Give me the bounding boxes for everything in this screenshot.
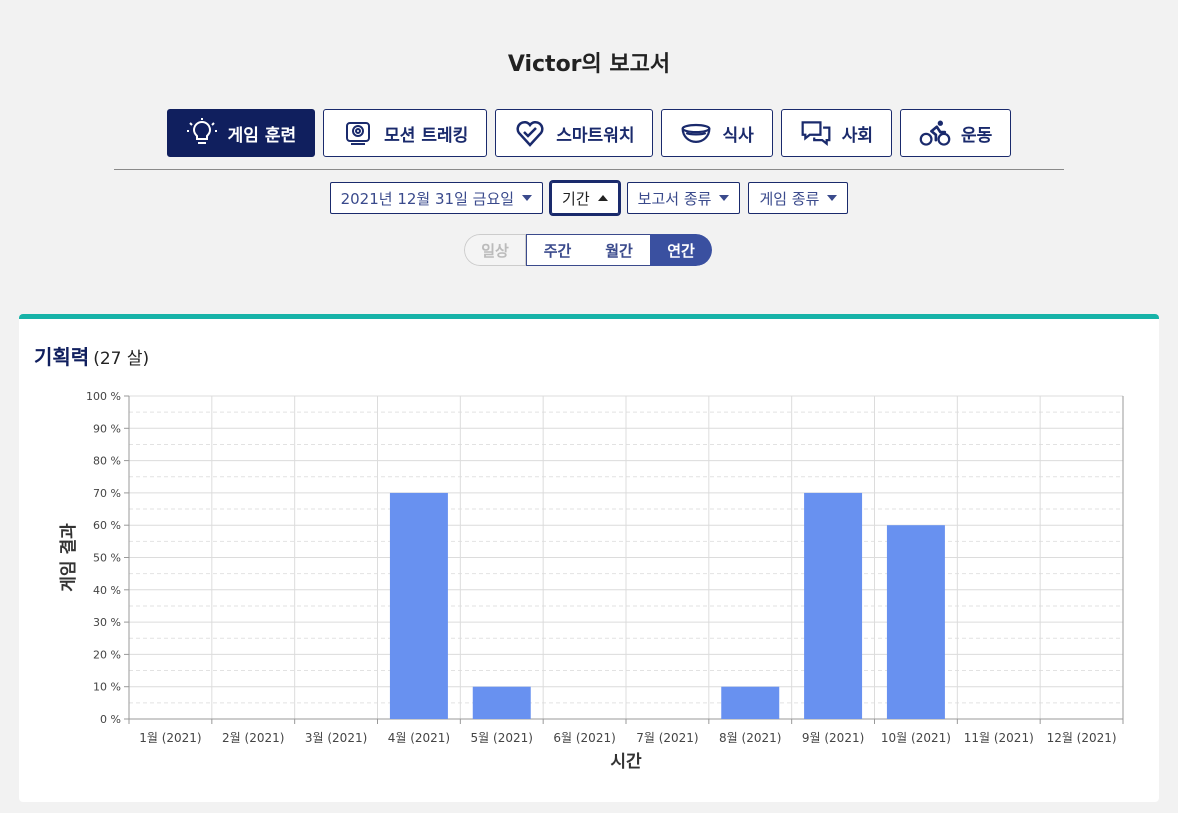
x-tick-label: 11월 (2021) [964, 731, 1034, 745]
date-select[interactable]: 2021년 12월 31일 금요일 [329, 182, 544, 214]
bicycle-icon [919, 120, 951, 146]
heart-icon [516, 120, 544, 147]
bar [389, 492, 448, 719]
page-title: Victor의 보고서 [507, 52, 671, 77]
period-select[interactable]: 기간 [549, 180, 621, 216]
chevron-up-icon [597, 195, 608, 201]
y-tick-label: 10 % [93, 681, 121, 694]
x-axis-title: 시간 [610, 752, 642, 772]
tab-label: 스마트워치 [556, 125, 635, 146]
y-axis-title: 게임 결과 [58, 523, 79, 592]
x-tick-label: 3월 (2021) [305, 731, 367, 745]
period-value: 기간 [562, 189, 590, 208]
tab-label: 식사 [722, 125, 754, 146]
tab-game-training[interactable]: 게임 훈련 [166, 109, 316, 157]
date-value: 2021년 12월 31일 금요일 [340, 189, 515, 208]
tab-meal[interactable]: 식사 [661, 109, 773, 157]
bar [886, 525, 945, 719]
y-tick-label: 70 % [93, 487, 121, 500]
x-tick-label: 8월 (2021) [719, 731, 781, 745]
y-tick-label: 60 % [93, 519, 121, 532]
bowl-icon [682, 123, 711, 144]
bar-chart: 0 % 10 % 20 % 30 % 40 % 50 % 60 % 70 % 80 % 90 % 1… [58, 390, 1124, 772]
x-tick-label: 9월 (2021) [802, 731, 864, 745]
report-type-value: 보고서 종류 [637, 189, 712, 208]
category-tabs: 게임 훈련 모션 트레킹 스마트워치 식사 사회 운동 [0, 109, 1178, 157]
period-daily[interactable]: 일상 [464, 234, 526, 266]
y-tick-label: 0 % [100, 713, 121, 726]
x-tick-label: 5월 (2021) [471, 731, 533, 745]
x-tick-label: 10월 (2021) [881, 731, 951, 745]
y-tick-label: 40 % [93, 584, 121, 597]
bar [721, 686, 780, 719]
x-tick-label: 12월 (2021) [1047, 731, 1117, 745]
x-tick-label: 6월 (2021) [553, 731, 615, 745]
bar [472, 686, 531, 719]
tab-label: 사회 [841, 125, 874, 146]
tab-exercise[interactable]: 운동 [900, 109, 1012, 157]
tab-smartwatch[interactable]: 스마트워치 [495, 109, 654, 157]
y-tick-label: 100 % [86, 390, 121, 403]
x-tick-label: 4월 (2021) [388, 731, 450, 745]
y-tick-label: 50 % [93, 552, 121, 565]
chevron-down-icon [827, 195, 838, 201]
report-card: 기획력 (27 살) 0 % 10 % 20 % 30 % 40 % 50 % 60 % 70 … [19, 314, 1159, 802]
period-yearly[interactable]: 연간 [650, 234, 712, 266]
lightbulb-icon [186, 118, 217, 144]
chat-icon [801, 121, 831, 146]
tab-label: 게임 훈련 [227, 125, 297, 146]
x-tick-label: 7월 (2021) [636, 731, 698, 745]
bar [804, 492, 863, 719]
filter-bar: 2021년 12월 31일 금요일 기간 보고서 종류 게임 종류 [0, 180, 1178, 216]
camera-icon [346, 122, 371, 145]
y-tick-label: 80 % [93, 455, 121, 468]
tab-label: 모션 트레킹 [384, 125, 469, 146]
y-tick-label: 30 % [93, 616, 121, 629]
tab-motion-tracking[interactable]: 모션 트레킹 [323, 109, 488, 157]
x-tick-label: 2월 (2021) [222, 731, 284, 745]
period-monthly[interactable]: 월간 [588, 234, 650, 266]
divider [114, 169, 1064, 170]
tab-social[interactable]: 사회 [780, 109, 893, 157]
game-type-select[interactable]: 게임 종류 [748, 182, 849, 214]
y-tick-label: 90 % [93, 422, 121, 435]
chevron-down-icon [522, 195, 533, 201]
y-tick-label: 20 % [93, 648, 121, 661]
period-toggle: 일상 주간 월간 연간 [464, 234, 712, 266]
chevron-down-icon [719, 195, 730, 201]
tab-label: 운동 [961, 125, 993, 146]
report-type-select[interactable]: 보고서 종류 [626, 182, 741, 214]
period-weekly[interactable]: 주간 [526, 234, 588, 266]
game-type-value: 게임 종류 [759, 189, 820, 208]
x-tick-label: 1월 (2021) [139, 731, 201, 745]
